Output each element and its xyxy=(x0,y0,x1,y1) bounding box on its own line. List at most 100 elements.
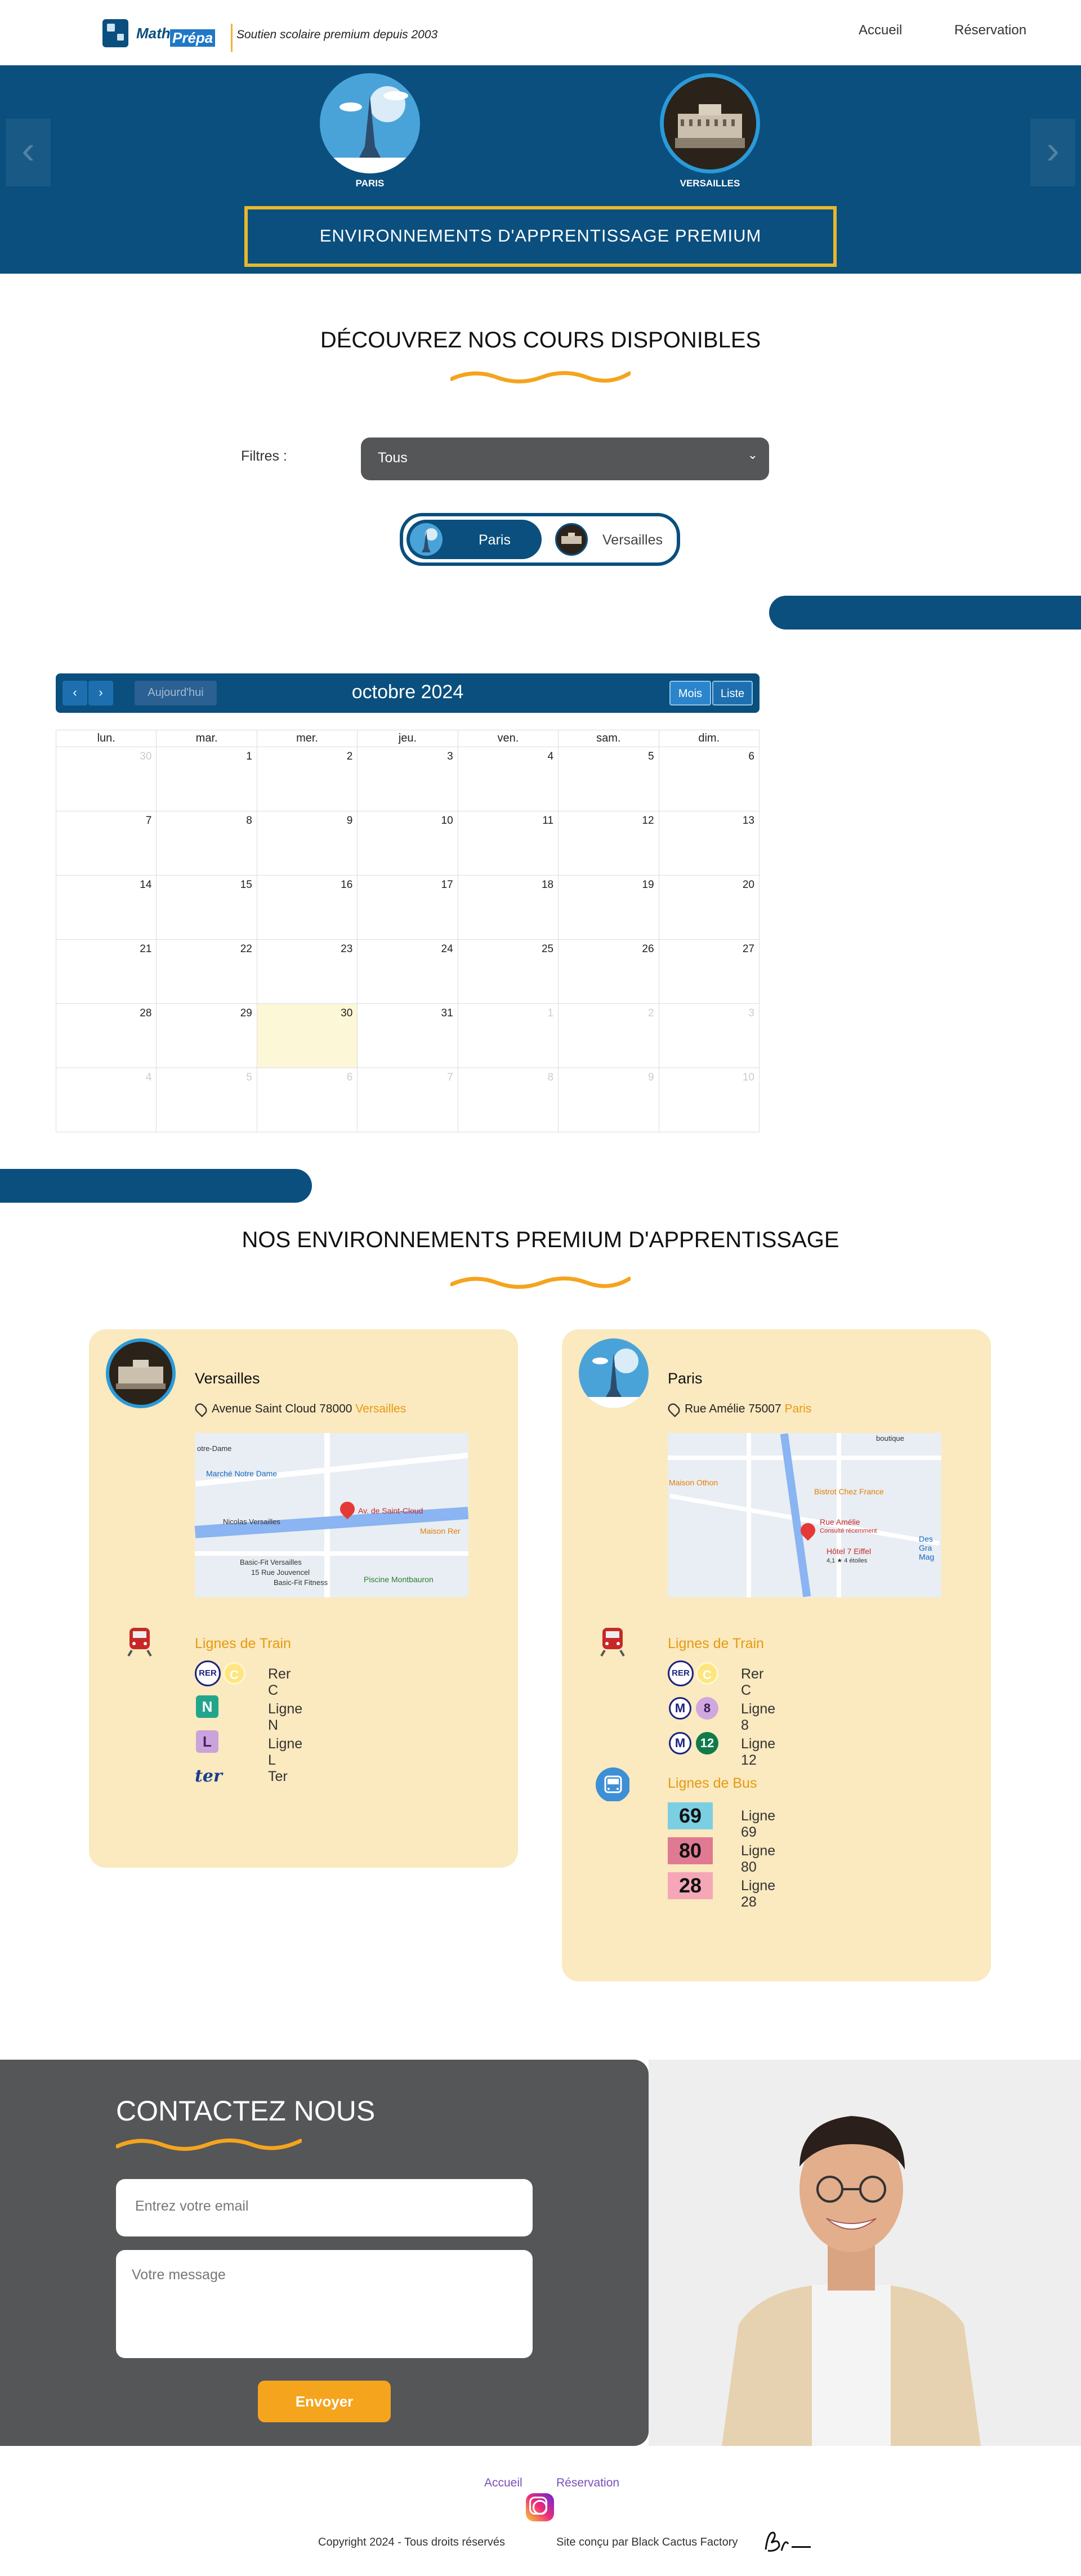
calendar-day-cell[interactable]: 5 xyxy=(558,747,659,811)
calendar-day-cell[interactable]: 10 xyxy=(357,811,458,876)
calendar-day-cell[interactable]: 13 xyxy=(658,811,760,876)
calendar-day-cell[interactable]: 8 xyxy=(457,1068,559,1132)
line-label: Rer C xyxy=(268,1666,291,1698)
calendar-today-button[interactable]: Aujourd'hui xyxy=(135,681,217,706)
calendar-day-cell[interactable]: 15 xyxy=(156,875,257,940)
calendar-day-cell[interactable]: 6 xyxy=(256,1068,358,1132)
wave-divider-icon xyxy=(450,371,631,383)
calendar-day-cell[interactable]: 10 xyxy=(658,1068,760,1132)
map-label: Rue Amélie xyxy=(820,1517,860,1526)
message-field[interactable]: Votre message xyxy=(116,2250,533,2358)
footer-link-accueil[interactable]: Accueil xyxy=(484,2476,522,2490)
calendar-day-cell[interactable]: 11 xyxy=(457,811,559,876)
calendar-day-cell[interactable]: 30 xyxy=(55,747,157,811)
calendar-day-cell[interactable]: 25 xyxy=(457,939,559,1004)
map-label: Marché Notre Dame xyxy=(206,1469,278,1478)
line-l-badge-icon: L xyxy=(196,1730,218,1753)
calendar-day-cell[interactable]: 7 xyxy=(357,1068,458,1132)
wave-divider-icon xyxy=(116,2139,302,2151)
environments-title: NOS ENVIRONNEMENTS PREMIUM D'APPRENTISSA… xyxy=(242,1227,839,1252)
calendar-day-cell[interactable]: 22 xyxy=(156,939,257,1004)
line-label: Ligne N xyxy=(268,1701,303,1733)
calendar-day-cell[interactable]: 18 xyxy=(457,875,559,940)
map-label: Consulté récemment xyxy=(820,1528,877,1534)
map-label: Basic-Fit Fitness xyxy=(274,1578,328,1587)
calendar-day-cell[interactable]: 1 xyxy=(156,747,257,811)
calendar-day-cell[interactable]: 3 xyxy=(658,1003,760,1068)
environment-card-paris: Paris Rue Amélie 75007 Paris boutique Ma… xyxy=(562,1329,991,1981)
line-c-badge-icon: C xyxy=(696,1662,718,1685)
calendar-day-cell[interactable]: 28 xyxy=(55,1003,157,1068)
env-address-street: Rue Amélie 75007 xyxy=(685,1402,781,1416)
calendar-month-view-button[interactable]: Mois xyxy=(669,681,711,706)
instagram-icon[interactable] xyxy=(526,2493,554,2521)
bus-lines-title: Lignes de Bus xyxy=(668,1775,757,1791)
calendar-day-cell[interactable]: 23 xyxy=(256,939,358,1004)
brand-name-a: Math xyxy=(136,25,171,42)
decorative-bar-right xyxy=(769,596,1081,630)
copyright: Copyright 2024 - Tous droits réservés xyxy=(318,2536,506,2548)
calendar-day-cell[interactable]: 1 xyxy=(457,1003,559,1068)
calendar-day-cell[interactable]: 2 xyxy=(256,747,358,811)
brand-logo[interactable]: Math Prépa xyxy=(102,19,216,48)
calendar-day-cell[interactable]: 19 xyxy=(558,875,659,940)
calendar-day-cell[interactable]: 30 xyxy=(256,1003,358,1068)
env-address: Rue Amélie 75007 Paris xyxy=(665,1401,811,1418)
wave-divider-icon xyxy=(450,1276,631,1289)
calendar-day-cell[interactable]: 8 xyxy=(156,811,257,876)
hero-premium-banner: ENVIRONNEMENTS D'APPRENTISSAGE PREMIUM xyxy=(244,206,837,267)
calendar-day-cell[interactable]: 6 xyxy=(658,747,760,811)
calendar-grid: lun. mar. mer. jeu. ven. sam. dim. 30 1 2 3 4 5 6 7 8 9… xyxy=(55,730,760,1132)
calendar-day-cell[interactable]: 4 xyxy=(457,747,559,811)
calendar-day-cell[interactable]: 9 xyxy=(256,811,358,876)
calendar-day-cell[interactable]: 16 xyxy=(256,875,358,940)
toggle-versailles[interactable]: Versailles xyxy=(547,520,677,559)
calendar-day-cell[interactable]: 20 xyxy=(658,875,760,940)
map-label: Hôtel 7 Eiffel xyxy=(827,1547,872,1556)
calendar-day-cell[interactable]: 29 xyxy=(156,1003,257,1068)
rer-badge-icon: RER xyxy=(668,1660,694,1686)
carousel-next-icon[interactable]: › xyxy=(1030,119,1075,186)
nav-accueil[interactable]: Accueil xyxy=(859,23,902,38)
env-address: Avenue Saint Cloud 78000 Versailles xyxy=(193,1401,406,1418)
map-paris[interactable]: boutique Maison Othon Bistrot Chez Franc… xyxy=(668,1433,941,1597)
filter-select-value: Tous xyxy=(378,450,408,466)
calendar-day-cell[interactable]: 21 xyxy=(55,939,157,1004)
filter-select[interactable]: Tous ⌄ xyxy=(361,437,769,480)
paris-eiffel-avatar[interactable] xyxy=(320,73,420,173)
calendar-day-cell[interactable]: 2 xyxy=(558,1003,659,1068)
send-button[interactable]: Envoyer xyxy=(258,2381,391,2422)
map-versailles[interactable]: otre-Dame Marché Notre Dame Av. de Saint… xyxy=(195,1433,468,1597)
toggle-paris[interactable]: Paris xyxy=(407,520,542,559)
carousel-prev-icon[interactable]: ‹ xyxy=(6,119,51,186)
line-label: Ligne 28 xyxy=(741,1878,776,1910)
site-credit: Site conçu par Black Cactus Factory xyxy=(556,2536,738,2548)
calendar-day-cell[interactable]: 12 xyxy=(558,811,659,876)
line-label: Ligne 69 xyxy=(741,1808,776,1840)
calendar-day-cell[interactable]: 27 xyxy=(658,939,760,1004)
versailles-palace-avatar[interactable] xyxy=(660,73,760,173)
calendar-list-view-button[interactable]: Liste xyxy=(712,681,753,706)
rer-badge-icon: RER xyxy=(195,1660,221,1686)
calendar-day-cell[interactable]: 24 xyxy=(357,939,458,1004)
line-n-badge-icon: N xyxy=(196,1695,218,1718)
nav-reservation[interactable]: Réservation xyxy=(954,23,1026,38)
calendar-day-cell[interactable]: 17 xyxy=(357,875,458,940)
calendar-day-cell[interactable]: 14 xyxy=(55,875,157,940)
location-pin-icon xyxy=(193,1401,209,1418)
line-c-badge-icon: C xyxy=(223,1662,245,1685)
calendar-next-button[interactable]: › xyxy=(88,681,113,706)
calendar-day-cell[interactable]: 3 xyxy=(357,747,458,811)
weekday-header: mer. xyxy=(256,730,358,747)
calendar-day-cell[interactable]: 26 xyxy=(558,939,659,1004)
email-field[interactable]: Entrez votre email xyxy=(116,2179,533,2236)
calendar-day-cell[interactable]: 7 xyxy=(55,811,157,876)
calendar-day-cell[interactable]: 5 xyxy=(156,1068,257,1132)
map-label: Des Gra Mag xyxy=(919,1534,935,1561)
footer-link-reservation[interactable]: Réservation xyxy=(556,2476,619,2490)
calendar-day-cell[interactable]: 4 xyxy=(55,1068,157,1132)
black-cactus-logo-icon[interactable] xyxy=(762,2527,813,2555)
calendar-prev-button[interactable]: ‹ xyxy=(62,681,87,706)
calendar-day-cell[interactable]: 31 xyxy=(357,1003,458,1068)
calendar-day-cell[interactable]: 9 xyxy=(558,1068,659,1132)
